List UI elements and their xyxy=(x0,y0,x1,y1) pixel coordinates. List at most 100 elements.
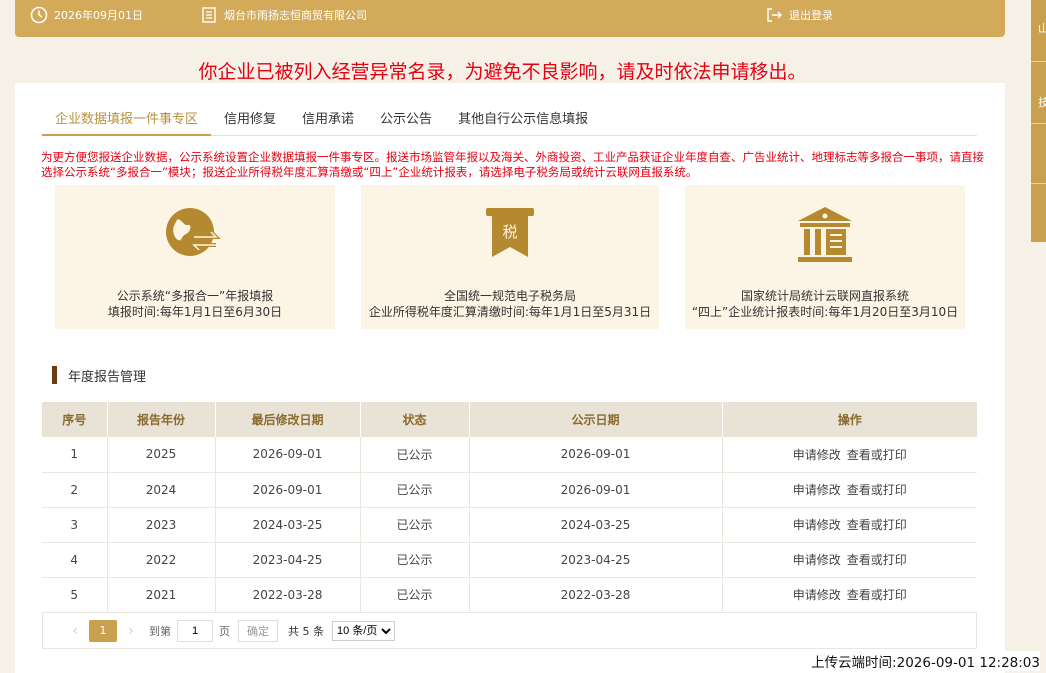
goto-page-input[interactable] xyxy=(177,619,213,642)
top-bar: 2026年09月01日 烟台市雨扬志恒商贸有限公司 退出登录 xyxy=(15,0,1005,37)
card-multi-report[interactable]: 公示系统“多报合一”年报填报 填报时间:每年1月1日至6月30日 xyxy=(55,185,335,329)
government-building-icon xyxy=(798,207,852,262)
cell-actions: 申请修改 查看或打印 xyxy=(722,577,977,613)
view-print-link[interactable]: 查看或打印 xyxy=(847,448,907,462)
table-row: 2 2024 2026-09-01 已公示 2026-09-01 申请修改 查看或打印 xyxy=(42,472,977,508)
section-marker xyxy=(52,366,57,384)
logout-icon xyxy=(767,8,782,22)
card-tax-bureau[interactable]: 税 全国统一规范电子税务局 企业所得税年度汇算清缴时间:每年1月1日至5月31日 xyxy=(361,185,659,329)
side-tab-1[interactable]: 山 xyxy=(1031,0,1046,62)
tab-bar: 企业数据填报一件事专区 信用修复 信用承诺 公示公告 其他自行公示信息填报 xyxy=(42,102,977,136)
company-display: 烟台市雨扬志恒商贸有限公司 xyxy=(200,0,367,30)
total-count: 共 5 条 xyxy=(288,624,324,638)
apply-modify-link[interactable]: 申请修改 xyxy=(793,588,841,602)
cell-index: 4 xyxy=(42,542,108,578)
view-print-link[interactable]: 查看或打印 xyxy=(847,483,907,497)
col-index: 序号 xyxy=(42,402,108,437)
view-print-link[interactable]: 查看或打印 xyxy=(847,553,907,567)
section-title: 年度报告管理 xyxy=(52,366,147,385)
cell-modified: 2026-09-01 xyxy=(215,472,361,508)
cell-year: 2025 xyxy=(107,437,216,473)
cell-year: 2021 xyxy=(107,577,216,613)
card-1-time: 填报时间:每年1月1日至6月30日 xyxy=(107,305,283,319)
building-icon xyxy=(202,7,216,23)
cell-index: 1 xyxy=(42,437,108,473)
apply-modify-link[interactable]: 申请修改 xyxy=(793,448,841,462)
cell-publish-date: 2026-09-01 xyxy=(469,437,723,473)
view-print-link[interactable]: 查看或打印 xyxy=(847,518,907,532)
abnormal-notice: 你企业已被列入经营异常名录，为避免不良影响，请及时依法申请移出。 xyxy=(198,61,807,83)
apply-modify-link[interactable]: 申请修改 xyxy=(793,483,841,497)
logout-label: 退出登录 xyxy=(789,9,833,22)
card-2-title: 全国统一规范电子税务局 xyxy=(443,289,576,303)
logout-button[interactable]: 退出登录 xyxy=(765,0,833,30)
cell-status: 已公示 xyxy=(360,437,470,473)
date-text: 2026年09月01日 xyxy=(54,9,143,22)
cell-index: 2 xyxy=(42,472,108,508)
col-publish-date: 公示日期 xyxy=(469,402,723,437)
annual-report-table: 序号 报告年份 最后修改日期 状态 公示日期 操作 1 2025 2026-09-0… xyxy=(42,402,977,613)
main-panel: 企业数据填报一件事专区 信用修复 信用承诺 公示公告 其他自行公示信息填报 为更… xyxy=(15,83,1005,673)
table-row: 1 2025 2026-09-01 已公示 2026-09-01 申请修改 查看或打印 xyxy=(42,437,977,473)
cell-index: 5 xyxy=(42,577,108,613)
col-status: 状态 xyxy=(360,402,470,437)
card-3-title: 国家统计局统计云联网直报系统 xyxy=(740,289,909,303)
tab-credit-promise[interactable]: 信用承诺 xyxy=(289,102,367,136)
cell-actions: 申请修改 查看或打印 xyxy=(722,437,977,473)
cell-publish-date: 2024-03-25 xyxy=(469,507,723,543)
cell-publish-date: 2023-04-25 xyxy=(469,542,723,578)
tab-announcement[interactable]: 公示公告 xyxy=(367,102,445,136)
side-tabs: 山 技 xyxy=(1031,0,1046,242)
goto-confirm-button[interactable]: 确定 xyxy=(238,619,278,642)
side-tab-4[interactable] xyxy=(1031,184,1046,242)
side-tab-2-label: 技 xyxy=(1038,94,1046,110)
col-actions: 操作 xyxy=(722,402,977,437)
cell-year: 2024 xyxy=(107,472,216,508)
clock-icon xyxy=(30,6,48,24)
card-statistics[interactable]: 国家统计局统计云联网直报系统 “四上”企业统计报表时间:每年1月20日至3月10… xyxy=(685,185,965,329)
cell-publish-date: 2026-09-01 xyxy=(469,472,723,508)
next-page-button[interactable]: › xyxy=(117,620,145,642)
prev-page-button[interactable]: ‹ xyxy=(61,620,89,642)
col-year: 报告年份 xyxy=(107,402,216,437)
tax-receipt-icon: 税 xyxy=(486,208,534,257)
cell-actions: 申请修改 查看或打印 xyxy=(722,472,977,508)
col-modified: 最后修改日期 xyxy=(215,402,361,437)
tab-data-filing[interactable]: 企业数据填报一件事专区 xyxy=(42,102,212,136)
cell-actions: 申请修改 查看或打印 xyxy=(722,542,977,578)
side-tab-2[interactable]: 技 xyxy=(1031,62,1046,124)
cell-status: 已公示 xyxy=(360,577,470,613)
cell-status: 已公示 xyxy=(360,507,470,543)
goto-label: 到第 xyxy=(149,624,171,638)
table-row: 4 2022 2023-04-25 已公示 2023-04-25 申请修改 查看或打印 xyxy=(42,542,977,578)
cell-publish-date: 2022-03-28 xyxy=(469,577,723,613)
table-row: 3 2023 2024-03-25 已公示 2024-03-25 申请修改 查看或打印 xyxy=(42,507,977,543)
page-1-button[interactable]: 1 xyxy=(89,619,117,642)
view-print-link[interactable]: 查看或打印 xyxy=(847,588,907,602)
apply-modify-link[interactable]: 申请修改 xyxy=(793,518,841,532)
tax-icon-label: 税 xyxy=(502,223,517,241)
cell-index: 3 xyxy=(42,507,108,543)
company-name: 烟台市雨扬志恒商贸有限公司 xyxy=(224,9,367,22)
page-size-select[interactable]: 10 条/页 xyxy=(332,620,395,641)
side-tab-1-label: 山 xyxy=(1038,20,1046,36)
cell-status: 已公示 xyxy=(360,542,470,578)
cell-modified: 2026-09-01 xyxy=(215,437,361,473)
globe-exchange-icon xyxy=(166,208,221,256)
cell-modified: 2023-04-25 xyxy=(215,542,361,578)
cell-status: 已公示 xyxy=(360,472,470,508)
table-row: 5 2021 2022-03-28 已公示 2022-03-28 申请修改 查看或打印 xyxy=(42,577,977,613)
tab-credit-repair[interactable]: 信用修复 xyxy=(211,102,289,136)
apply-modify-link[interactable]: 申请修改 xyxy=(793,553,841,567)
cell-actions: 申请修改 查看或打印 xyxy=(722,507,977,543)
card-1-title: 公示系统“多报合一”年报填报 xyxy=(116,289,274,303)
cell-year: 2023 xyxy=(107,507,216,543)
section-title-text: 年度报告管理 xyxy=(68,369,147,385)
tab-other-disclosure[interactable]: 其他自行公示信息填报 xyxy=(445,102,601,136)
upload-time: 上传云端时间:2026-09-01 12:28:03 xyxy=(805,651,1040,671)
cell-modified: 2022-03-28 xyxy=(215,577,361,613)
side-tab-3[interactable] xyxy=(1031,124,1046,184)
cell-modified: 2024-03-25 xyxy=(215,507,361,543)
intro-text: 为更方便您报送企业数据，公示系统设置企业数据填报一件事专区。报送市场监管年报以及… xyxy=(41,150,984,179)
table-header-row: 序号 报告年份 最后修改日期 状态 公示日期 操作 xyxy=(42,402,977,437)
